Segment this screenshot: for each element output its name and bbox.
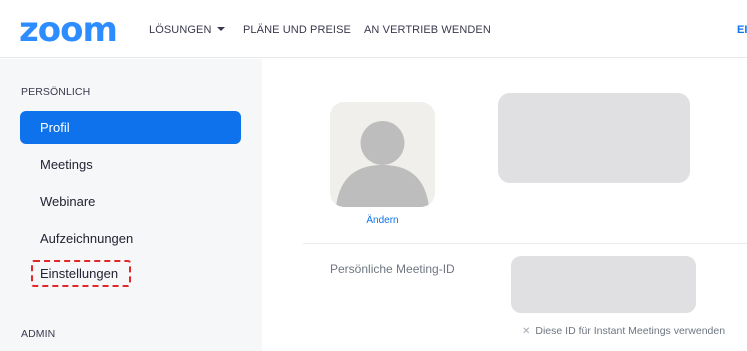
sidebar: PERSÖNLICH Profil Meetings Webinare Aufz…	[0, 59, 262, 351]
nav-plans-pricing[interactable]: PLÄNE UND PREISE	[243, 23, 351, 37]
avatar[interactable]	[330, 102, 435, 207]
x-mark-icon: ✕	[522, 326, 531, 337]
profile-name-placeholder	[498, 93, 690, 183]
user-silhouette-icon	[336, 121, 429, 207]
sidebar-item-webinars[interactable]: Webinare	[20, 185, 241, 218]
instant-meeting-option[interactable]: ✕ Diese ID für Instant Meetings verwenden	[522, 325, 725, 337]
change-avatar-link[interactable]: Ändern	[330, 215, 435, 226]
nav-solutions-dropdown[interactable]: LÖSUNGEN	[149, 23, 225, 37]
meeting-id-label: Persönliche Meeting-ID	[330, 262, 455, 276]
chevron-down-icon	[216, 27, 225, 31]
sidebar-item-recordings[interactable]: Aufzeichnungen	[20, 222, 241, 255]
top-navigation: zoom LÖSUNGEN PLÄNE UND PREISE AN VERTRI…	[0, 0, 747, 58]
sidebar-heading-personal: PERSÖNLICH	[21, 86, 91, 98]
nav-contact-sales[interactable]: AN VERTRIEB WENDEN	[364, 23, 491, 37]
instant-meeting-option-label: Diese ID für Instant Meetings verwenden	[535, 325, 726, 337]
sidebar-item-meetings[interactable]: Meetings	[20, 148, 241, 181]
meeting-id-placeholder	[511, 256, 696, 313]
sidebar-item-profile[interactable]: Profil	[20, 111, 241, 144]
settings-highlight-frame	[31, 260, 131, 287]
zoom-logo[interactable]: zoom	[19, 13, 118, 47]
sidebar-heading-admin: ADMIN	[21, 328, 56, 340]
nav-solutions-label: LÖSUNGEN	[149, 24, 212, 36]
section-divider	[303, 243, 747, 244]
nav-cutoff-link[interactable]: EI	[737, 23, 747, 37]
